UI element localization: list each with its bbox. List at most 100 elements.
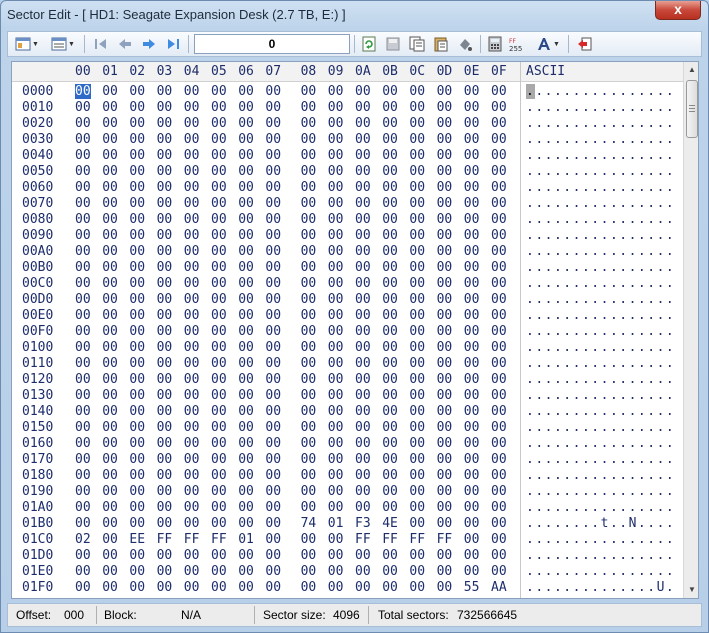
hex-byte[interactable]: 00 [409,340,425,355]
hex-byte[interactable]: 00 [75,276,91,291]
hex-byte[interactable]: 00 [75,516,91,531]
hex-byte[interactable]: 00 [157,340,173,355]
hex-byte[interactable]: 00 [238,116,254,131]
hex-byte[interactable]: 00 [211,292,227,307]
sector-number-input[interactable]: 0 [194,34,350,54]
hex-byte[interactable]: 00 [184,164,200,179]
hex-byte[interactable]: 00 [328,244,344,259]
paste-sector-button[interactable] [430,34,452,54]
hex-byte[interactable]: 00 [265,164,281,179]
hex-byte[interactable]: 00 [238,500,254,515]
hex-byte[interactable]: 00 [129,500,145,515]
hex-byte[interactable]: 00 [265,532,281,547]
hex-byte[interactable]: 00 [464,372,480,387]
hex-byte[interactable]: 00 [238,452,254,467]
hex-byte[interactable]: 00 [157,484,173,499]
hex-byte[interactable]: 00 [129,180,145,195]
hex-byte[interactable]: 00 [184,292,200,307]
hex-byte[interactable]: 00 [328,164,344,179]
hex-byte[interactable]: 00 [265,420,281,435]
hex-byte[interactable]: 00 [238,356,254,371]
hex-byte[interactable]: 00 [75,420,91,435]
hex-byte[interactable]: FF [184,532,200,547]
hex-byte[interactable]: 00 [464,324,480,339]
ascii-row[interactable]: ................ [526,404,675,419]
hex-byte[interactable]: 00 [409,292,425,307]
hex-byte[interactable]: 00 [301,164,317,179]
hex-byte[interactable]: 00 [157,100,173,115]
hex-byte[interactable]: 00 [301,196,317,211]
hex-byte[interactable]: 00 [75,308,91,323]
hex-byte[interactable]: 00 [409,404,425,419]
hex-byte[interactable]: 00 [184,324,200,339]
hex-byte[interactable]: 00 [238,468,254,483]
hex-byte[interactable]: 00 [75,132,91,147]
hex-byte[interactable]: 00 [157,244,173,259]
hex-byte[interactable]: 55 [464,580,480,595]
hex-byte[interactable]: 00 [75,340,91,355]
hex-byte[interactable]: 00 [265,356,281,371]
hex-byte[interactable]: 00 [211,564,227,579]
hex-byte[interactable]: 00 [129,564,145,579]
hex-byte[interactable]: 00 [265,404,281,419]
font-button[interactable]: ▼ [532,34,564,54]
hex-byte[interactable]: 00 [437,180,453,195]
hex-byte[interactable]: 00 [184,580,200,595]
hex-byte[interactable]: 00 [409,276,425,291]
hex-byte[interactable]: 00 [102,468,118,483]
hex-byte[interactable]: 00 [437,244,453,259]
hex-byte[interactable]: 00 [382,500,398,515]
hex-byte[interactable]: 00 [382,548,398,563]
hex-byte[interactable]: 00 [301,132,317,147]
hex-byte[interactable]: 00 [464,548,480,563]
hex-byte[interactable]: 00 [328,484,344,499]
hex-byte[interactable]: 00 [265,468,281,483]
hex-byte[interactable]: 00 [265,228,281,243]
hex-byte[interactable]: 00 [491,196,507,211]
hex-byte[interactable]: 00 [382,436,398,451]
hex-byte[interactable]: 00 [355,164,371,179]
hex-byte[interactable]: 00 [157,356,173,371]
hex-byte[interactable]: 00 [437,420,453,435]
hex-byte[interactable]: 00 [265,324,281,339]
hex-byte[interactable]: 00 [238,548,254,563]
hex-byte[interactable]: 4E [382,516,398,531]
hex-byte[interactable]: 00 [75,84,91,99]
hex-byte[interactable]: 00 [75,484,91,499]
hex-byte[interactable]: 00 [409,452,425,467]
hex-byte[interactable]: 00 [184,212,200,227]
hex-byte[interactable]: 00 [437,100,453,115]
title-bar[interactable]: Sector Edit - [ HD1: Seagate Expansion D… [1,1,708,29]
hex-byte[interactable]: 00 [238,228,254,243]
hex-byte[interactable]: 00 [75,244,91,259]
hex-byte[interactable]: 00 [491,148,507,163]
hex-byte[interactable]: 00 [437,340,453,355]
hex-byte[interactable]: 00 [301,468,317,483]
hex-byte[interactable]: 00 [129,228,145,243]
hex-byte[interactable]: 00 [409,356,425,371]
hex-byte[interactable]: 00 [129,148,145,163]
hex-byte[interactable]: 00 [75,292,91,307]
hex-byte[interactable]: 00 [328,116,344,131]
hex-byte[interactable]: 00 [409,468,425,483]
hex-byte[interactable]: 00 [464,500,480,515]
hex-byte[interactable]: 00 [437,212,453,227]
hex-byte[interactable]: 00 [355,276,371,291]
hex-byte[interactable]: 01 [328,516,344,531]
hex-byte[interactable]: 00 [491,420,507,435]
hex-byte[interactable]: 00 [355,212,371,227]
hex-byte[interactable]: 00 [437,452,453,467]
ascii-row[interactable]: ................ [526,276,675,291]
ascii-row[interactable]: ................ [526,164,675,179]
hex-byte[interactable]: 00 [184,564,200,579]
hex-byte[interactable]: 00 [409,116,425,131]
hex-byte[interactable]: 00 [238,484,254,499]
hex-byte[interactable]: 00 [301,580,317,595]
hex-byte[interactable]: 00 [355,564,371,579]
hex-byte[interactable]: 00 [301,340,317,355]
hex-byte[interactable]: 74 [301,516,317,531]
hex-byte[interactable]: 00 [265,196,281,211]
hex-byte[interactable]: 00 [211,404,227,419]
hex-byte[interactable]: 00 [238,196,254,211]
hex-byte[interactable]: 00 [75,580,91,595]
